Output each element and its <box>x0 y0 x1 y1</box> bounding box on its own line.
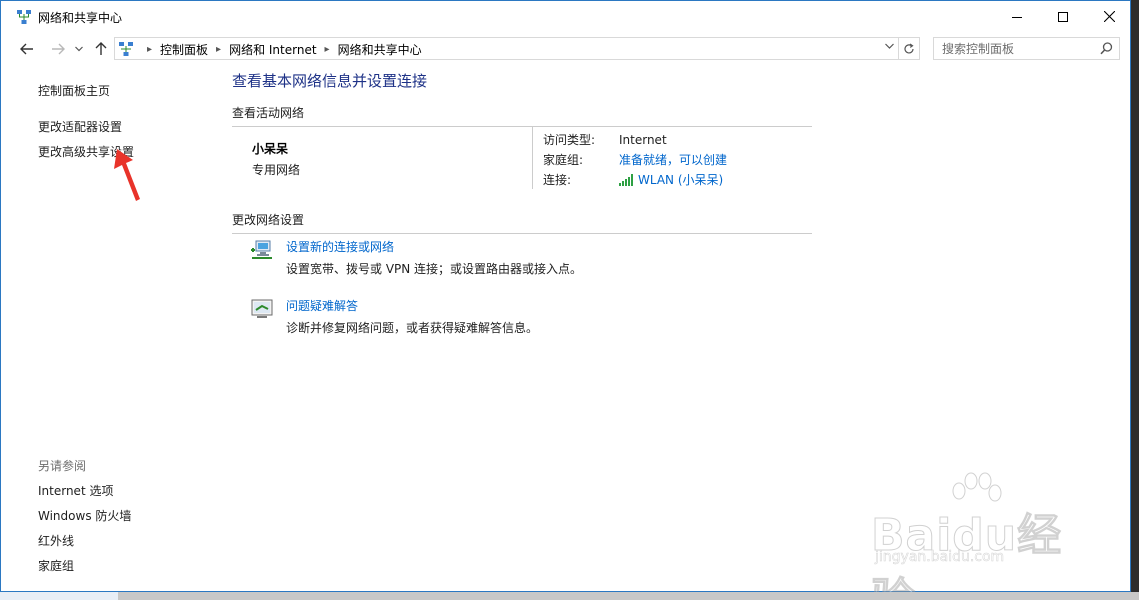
breadcrumb-separator[interactable]: ▸ <box>216 44 221 55</box>
connections-row: 连接: WLAN (小呆呆) <box>543 171 723 188</box>
breadcrumb: ▸ 控制面板 ▸ 网络和 Internet ▸ 网络和共享中心 <box>139 41 422 58</box>
access-type-value: Internet <box>619 133 667 147</box>
troubleshoot-description: 诊断并修复网络问题，或者获得疑难解答信息。 <box>286 321 539 335</box>
baidu-watermark: Baidu经验 jingyan.baidu.com <box>871 471 1081 600</box>
chevron-down-icon <box>885 43 894 49</box>
recent-locations-button[interactable] <box>72 39 86 59</box>
forward-button[interactable] <box>48 39 68 59</box>
wifi-signal-icon <box>619 174 633 186</box>
change-adapter-settings-link[interactable]: 更改适配器设置 <box>38 118 122 135</box>
vertical-divider <box>532 127 533 189</box>
breadcrumb-separator[interactable]: ▸ <box>325 44 330 55</box>
homegroup-link[interactable]: 家庭组 <box>38 557 74 574</box>
watermark-url: jingyan.baidu.com <box>875 549 1005 566</box>
wlan-connection-label[interactable]: WLAN (小呆呆) <box>638 173 723 187</box>
taskbar <box>0 592 1139 600</box>
paw-logo-icon <box>952 472 1002 502</box>
maximize-icon <box>1058 11 1068 22</box>
change-settings-header-label: 更改网络设置 <box>232 213 305 227</box>
minimize-button[interactable] <box>994 1 1040 32</box>
network-type: 专用网络 <box>252 163 301 177</box>
window-title: 网络和共享中心 <box>38 11 123 25</box>
wlan-connection-link[interactable]: WLAN (小呆呆) <box>619 173 723 187</box>
access-type-row: 访问类型: Internet <box>543 131 667 148</box>
new-connection-icon <box>251 240 272 259</box>
active-networks-header: 查看活动网络 <box>232 104 812 127</box>
taskbar-tray <box>0 592 118 600</box>
section-divider <box>232 126 812 127</box>
homegroup-status-link[interactable]: 准备就绪，可以创建 <box>619 153 727 167</box>
address-bar[interactable]: ▸ 控制面板 ▸ 网络和 Internet ▸ 网络和共享中心 <box>114 37 899 60</box>
up-arrow-icon <box>95 42 107 55</box>
desktop-background <box>1131 0 1139 600</box>
network-sharing-center-window: 网络和共享中心 ▸ 控制面板 ▸ 网络和 Internet ▸ 网络和共享中心 … <box>0 0 1131 600</box>
setup-new-connection-link[interactable]: 设置新的连接或网络 <box>286 238 394 255</box>
access-type-label: 访问类型: <box>543 133 596 147</box>
troubleshoot-link[interactable]: 问题疑难解答 <box>286 297 358 314</box>
see-also-header: 另请参阅 <box>38 459 87 473</box>
navigation-bar: ▸ 控制面板 ▸ 网络和 Internet ▸ 网络和共享中心 <box>1 32 1130 66</box>
control-panel-home-link[interactable]: 控制面板主页 <box>38 82 110 99</box>
address-dropdown-button[interactable] <box>885 41 894 52</box>
back-button[interactable] <box>17 39 37 59</box>
breadcrumb-network-sharing-center[interactable]: 网络和共享中心 <box>338 41 422 58</box>
refresh-icon <box>904 43 914 53</box>
refresh-button[interactable] <box>899 37 920 60</box>
network-app-icon <box>17 10 31 24</box>
internet-options-link[interactable]: Internet 选项 <box>38 482 113 499</box>
windows-firewall-link[interactable]: Windows 防火墙 <box>38 507 131 524</box>
connections-label: 连接: <box>543 173 572 187</box>
minimize-icon <box>1012 16 1022 18</box>
breadcrumb-control-panel[interactable]: 控制面板 <box>160 41 208 58</box>
homegroup-label: 家庭组: <box>543 153 584 167</box>
active-networks-header-label: 查看活动网络 <box>232 106 305 120</box>
left-navigation-pane: 控制面板主页 更改适配器设置 更改高级共享设置 另请参阅 Internet 选项… <box>1 66 211 591</box>
watermark-brand: Baidu经验 <box>871 510 1063 600</box>
control-panel-icon <box>119 42 133 56</box>
change-settings-header: 更改网络设置 <box>232 211 812 234</box>
close-icon <box>1103 11 1115 22</box>
setup-new-connection-description: 设置宽带、拨号或 VPN 连接；或设置路由器或接入点。 <box>286 262 583 276</box>
troubleshoot-icon <box>251 299 273 318</box>
breadcrumb-separator[interactable]: ▸ <box>147 44 152 55</box>
back-arrow-icon <box>20 43 33 55</box>
infrared-link[interactable]: 红外线 <box>38 532 74 549</box>
close-button[interactable] <box>1086 1 1132 32</box>
search-input[interactable] <box>934 38 1094 59</box>
chevron-down-icon <box>75 46 83 52</box>
annotation-arrow-icon <box>114 149 140 201</box>
up-button[interactable] <box>91 39 111 59</box>
search-icon[interactable] <box>1100 42 1113 55</box>
network-name: 小呆呆 <box>252 142 289 156</box>
maximize-button[interactable] <box>1040 1 1086 32</box>
section-divider <box>232 233 812 234</box>
forward-arrow-icon <box>52 43 65 55</box>
search-box[interactable] <box>933 37 1120 60</box>
page-title: 查看基本网络信息并设置连接 <box>232 72 428 90</box>
breadcrumb-network-internet[interactable]: 网络和 Internet <box>229 41 316 58</box>
homegroup-row: 家庭组: 准备就绪，可以创建 <box>543 151 727 168</box>
title-bar[interactable]: 网络和共享中心 <box>1 1 1130 32</box>
